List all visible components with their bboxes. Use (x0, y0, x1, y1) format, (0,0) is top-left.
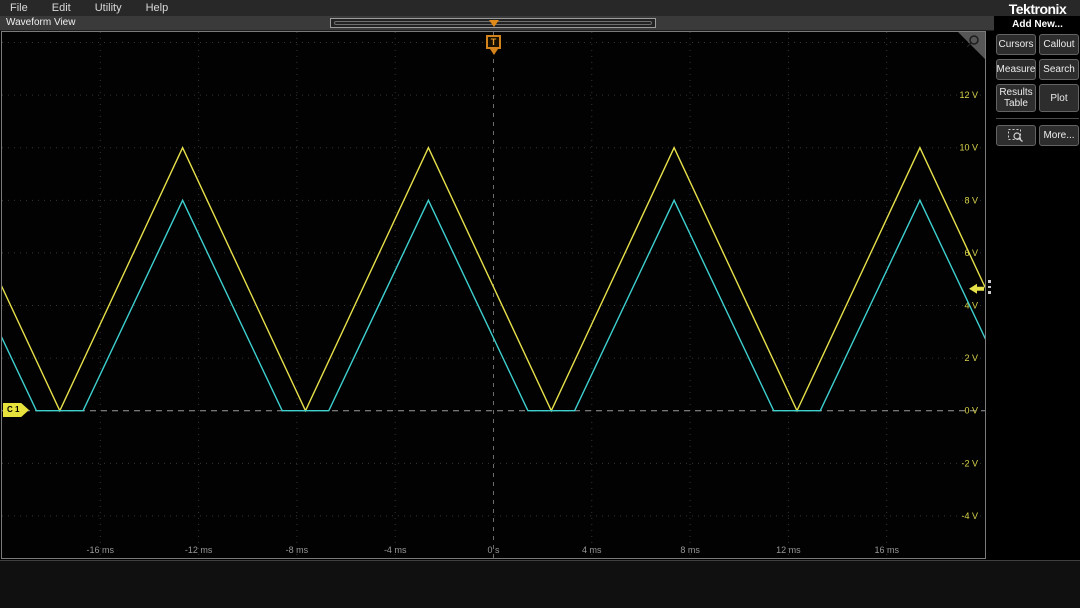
x-tick-label: 8 ms (680, 545, 700, 555)
results-table-button[interactable]: Results Table (996, 84, 1036, 112)
x-tick-label: 12 ms (776, 545, 801, 555)
more-button[interactable]: More... (1039, 125, 1079, 146)
zoom-corner-handle (967, 43, 971, 47)
menu-file[interactable]: File (10, 2, 28, 14)
right-panel: Tektronix Add New... Cursors Callout Mea… (995, 0, 1080, 560)
horizontal-position-marker-icon[interactable] (489, 20, 499, 27)
waveform-view-title: Waveform View (6, 17, 75, 28)
trigger-position-badge[interactable]: T (486, 35, 501, 49)
bottom-bar: Ch 1 2 V/div 10 MHz Ch 2 2 V/div (0, 560, 1080, 608)
y-tick-label: -4 V (961, 511, 978, 521)
y-tick-label: -2 V (961, 458, 978, 468)
measure-button[interactable]: Measure (996, 59, 1036, 80)
add-new-label: Add New... (995, 19, 1080, 30)
x-tick-label: -16 ms (87, 545, 115, 555)
menu-edit[interactable]: Edit (52, 2, 71, 14)
y-tick-label: 8 V (964, 195, 978, 205)
trigger-position-pointer-icon (490, 49, 498, 55)
plot-button[interactable]: Plot (1039, 84, 1079, 112)
panel-divider (996, 118, 1079, 119)
waveform-view-titlebar: Waveform View (0, 16, 994, 31)
tektronix-logo: Tektronix (995, 1, 1080, 17)
menu-help[interactable]: Help (146, 2, 169, 14)
x-tick-label: 16 ms (874, 545, 899, 555)
y-tick-label: 10 V (959, 143, 978, 153)
x-tick-label: -12 ms (185, 545, 213, 555)
graticule-svg[interactable]: -16 ms -12 ms -8 ms -4 ms 0 s 4 ms 8 ms 12 ms 16… (2, 32, 985, 558)
cursors-button[interactable]: Cursors (996, 34, 1036, 55)
x-tick-label: 4 ms (582, 545, 602, 555)
trigger-badge-label: T (491, 37, 497, 47)
zoom-selection-button[interactable] (996, 125, 1036, 146)
trigger-level-arrow-icon[interactable] (969, 284, 984, 294)
drag-handle-icon[interactable] (988, 280, 991, 297)
x-tick-label: -4 ms (384, 545, 407, 555)
y-tick-label: 0 V (964, 406, 978, 416)
menu-bar: File Edit Utility Help (0, 0, 1080, 16)
menu-utility[interactable]: Utility (95, 2, 122, 14)
horizontal-pan-bar[interactable] (330, 18, 656, 28)
y-tick-label: 2 V (964, 353, 978, 363)
y-tick-label: 12 V (959, 90, 978, 100)
search-button[interactable]: Search (1039, 59, 1079, 80)
x-tick-label: 0 s (487, 545, 500, 555)
x-tick-label: -8 ms (286, 545, 309, 555)
callout-button[interactable]: Callout (1039, 34, 1079, 55)
graticule[interactable]: -16 ms -12 ms -8 ms -4 ms 0 s 4 ms 8 ms 12 ms 16… (1, 31, 986, 559)
zoom-selection-icon (1007, 128, 1025, 143)
